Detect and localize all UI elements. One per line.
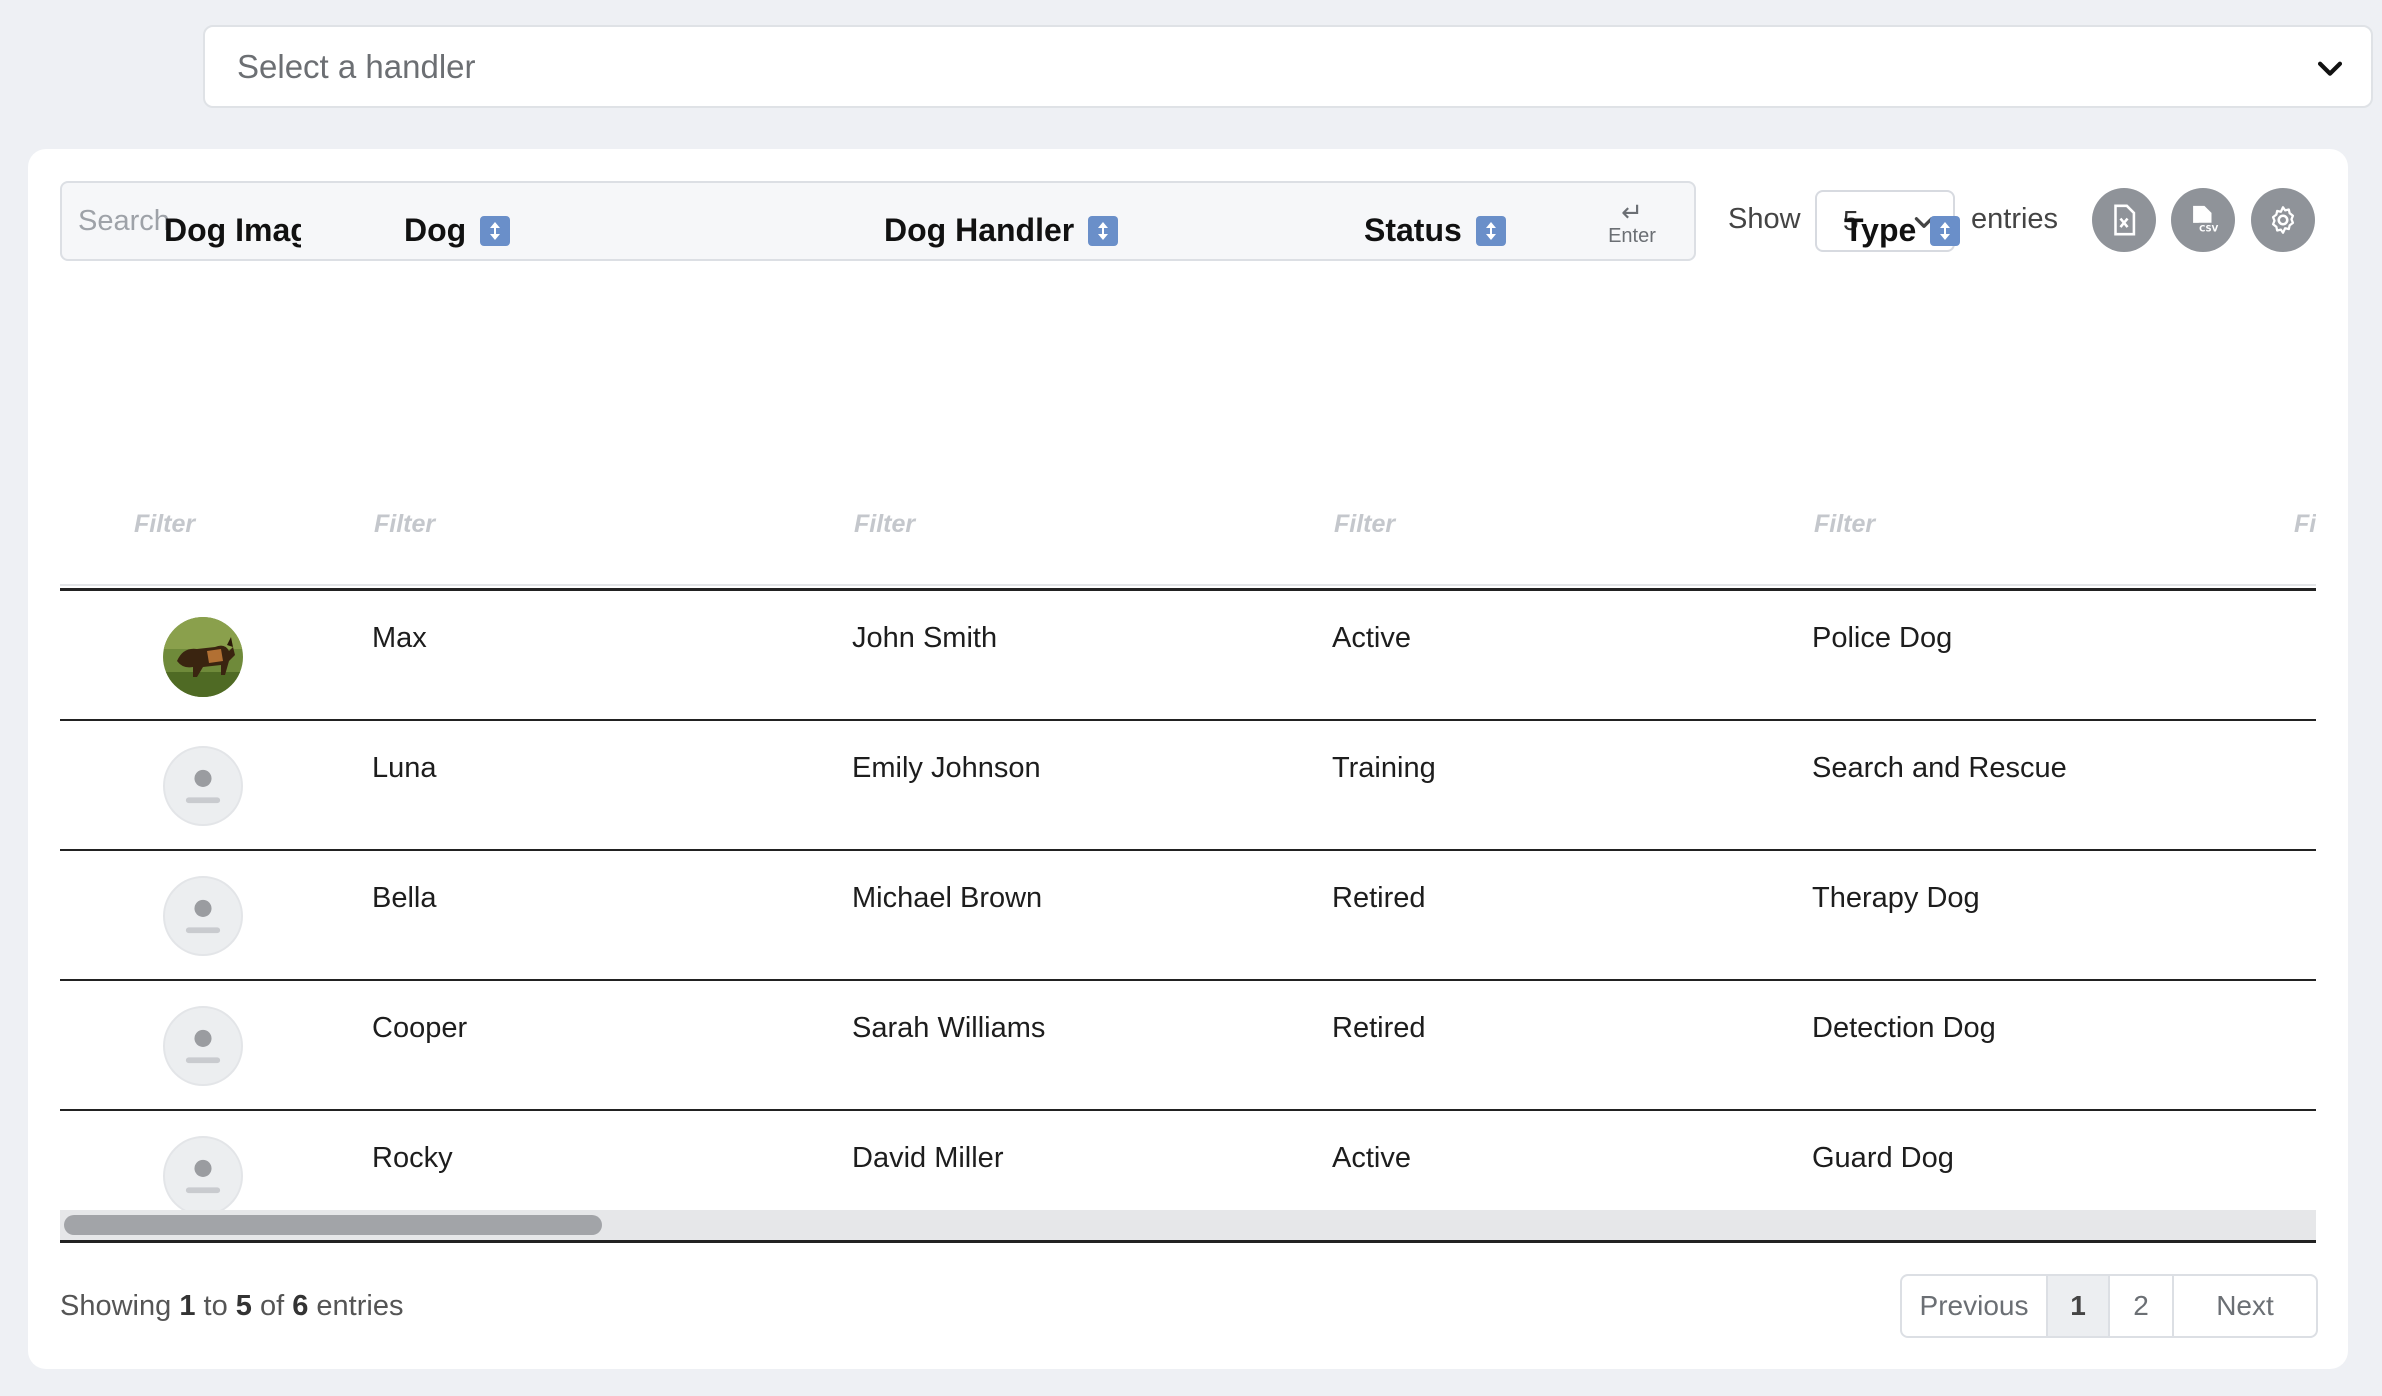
showing-from: 1 (179, 1290, 196, 1322)
column-header-status[interactable]: Status (1364, 212, 1506, 249)
dog-photo-placeholder (163, 746, 243, 826)
filter-dog-image[interactable] (134, 510, 414, 539)
cell-status: Active (1332, 622, 1411, 654)
cell-dog: Max (372, 622, 427, 654)
filter-partial-label: Fi (2294, 510, 2316, 538)
enter-hint-label: Enter (1608, 225, 1656, 247)
export-csv-button[interactable]: CSV (2171, 188, 2235, 252)
cell-type: Police Dog (1812, 622, 1953, 654)
handler-select[interactable]: Select a handler (203, 25, 2373, 108)
pagination-next[interactable]: Next (2174, 1276, 2316, 1336)
cell-status: Training (1332, 752, 1436, 784)
showing-suffix: entries (316, 1290, 404, 1322)
dog-photo-placeholder (163, 1136, 243, 1210)
column-header-dog-image: Dog Imag (164, 212, 301, 249)
avatar-placeholder-icon (185, 899, 221, 934)
cell-handler: John Smith (852, 622, 998, 654)
filter-input[interactable] (1334, 510, 1614, 539)
show-label: Show (1728, 203, 1801, 235)
pagination-page-1[interactable]: 1 (2048, 1276, 2110, 1336)
chevron-down-icon (2317, 61, 2343, 76)
dog-photo-placeholder (163, 1006, 243, 1086)
header-divider (60, 588, 2316, 591)
cell-dog: Rocky (372, 1142, 453, 1174)
showing-total: 6 (292, 1290, 309, 1322)
showing-prefix: Showing (60, 1290, 172, 1322)
table-row[interactable]: Rocky David Miller Active Guard Dog (0, 1111, 2382, 1210)
handler-select-placeholder: Select a handler (237, 47, 476, 85)
settings-button[interactable] (2251, 188, 2315, 252)
horizontal-scrollbar[interactable] (60, 1210, 2316, 1240)
cell-status: Active (1332, 1142, 1411, 1174)
sort-icon[interactable] (480, 215, 511, 246)
filter-input[interactable] (1814, 510, 2094, 539)
cell-handler: Emily Johnson (852, 752, 1041, 784)
cell-status: Retired (1332, 1012, 1426, 1044)
column-header-label: Type (1844, 212, 1917, 248)
column-header-dog-handler[interactable]: Dog Handler (884, 212, 1119, 249)
cell-type: Detection Dog (1812, 1012, 1996, 1044)
filter-next-column[interactable]: Fi (2294, 510, 2316, 539)
column-header-label: Dog (404, 212, 467, 248)
entries-label: entries (1971, 203, 2059, 235)
pagination-previous[interactable]: Previous (1902, 1276, 2048, 1336)
scrollbar-thumb[interactable] (64, 1215, 602, 1235)
sort-icon[interactable] (1475, 215, 1506, 246)
cell-type: Search and Rescue (1812, 752, 2067, 784)
showing-to-word: to (203, 1290, 228, 1322)
cell-dog: Luna (372, 752, 437, 784)
sort-icon[interactable] (1930, 215, 1961, 246)
pagination: Previous 1 2 Next (1900, 1274, 2318, 1338)
column-header-label: Status (1364, 212, 1462, 248)
filter-input[interactable] (374, 510, 654, 539)
filter-input[interactable] (854, 510, 1134, 539)
filter-row-divider (60, 584, 2316, 586)
gear-icon (2271, 206, 2295, 234)
filter-dog-handler[interactable] (854, 510, 1134, 539)
row-divider (60, 849, 2316, 851)
cell-type: Therapy Dog (1812, 882, 1980, 914)
avatar-placeholder-icon (185, 1029, 221, 1064)
showing-of-word: of (259, 1290, 285, 1322)
export-excel-button[interactable] (2092, 188, 2156, 252)
enter-icon: ↵ (1621, 197, 1643, 227)
pagination-page-2[interactable]: 2 (2110, 1276, 2174, 1336)
column-header-label: Dog Handler (884, 212, 1075, 248)
row-divider (60, 719, 2316, 721)
row-divider (60, 979, 2316, 981)
column-header-label: Dog Imag (164, 212, 301, 248)
cell-type: Guard Dog (1812, 1142, 1954, 1174)
excel-export-icon (2114, 204, 2136, 236)
cell-status: Retired (1332, 882, 1426, 914)
column-header-type[interactable]: Type (1844, 212, 1961, 249)
filter-input[interactable] (134, 510, 414, 539)
filter-dog[interactable] (374, 510, 654, 539)
dog-photo (163, 617, 243, 697)
dog-photo-placeholder (163, 876, 243, 956)
showing-summary: Showing 1 to 5 of 6 entries (60, 1290, 403, 1323)
sort-icon[interactable] (1088, 215, 1119, 246)
cell-handler: Sarah Williams (852, 1012, 1046, 1044)
filter-status[interactable] (1334, 510, 1614, 539)
avatar-placeholder-icon (185, 1159, 221, 1194)
csv-export-icon: CSV (2193, 205, 2219, 234)
showing-to: 5 (235, 1290, 252, 1322)
cell-dog: Bella (372, 882, 437, 914)
column-header-dog[interactable]: Dog (404, 212, 511, 249)
cell-dog: Cooper (372, 1012, 468, 1044)
table-bottom-divider (60, 1240, 2316, 1243)
avatar-placeholder-icon (185, 769, 221, 804)
cell-handler: David Miller (852, 1142, 1004, 1174)
svg-text:CSV: CSV (2199, 224, 2219, 234)
cell-handler: Michael Brown (852, 882, 1043, 914)
enter-hint: ↵ Enter (1602, 199, 1662, 247)
filter-type[interactable] (1814, 510, 2094, 539)
